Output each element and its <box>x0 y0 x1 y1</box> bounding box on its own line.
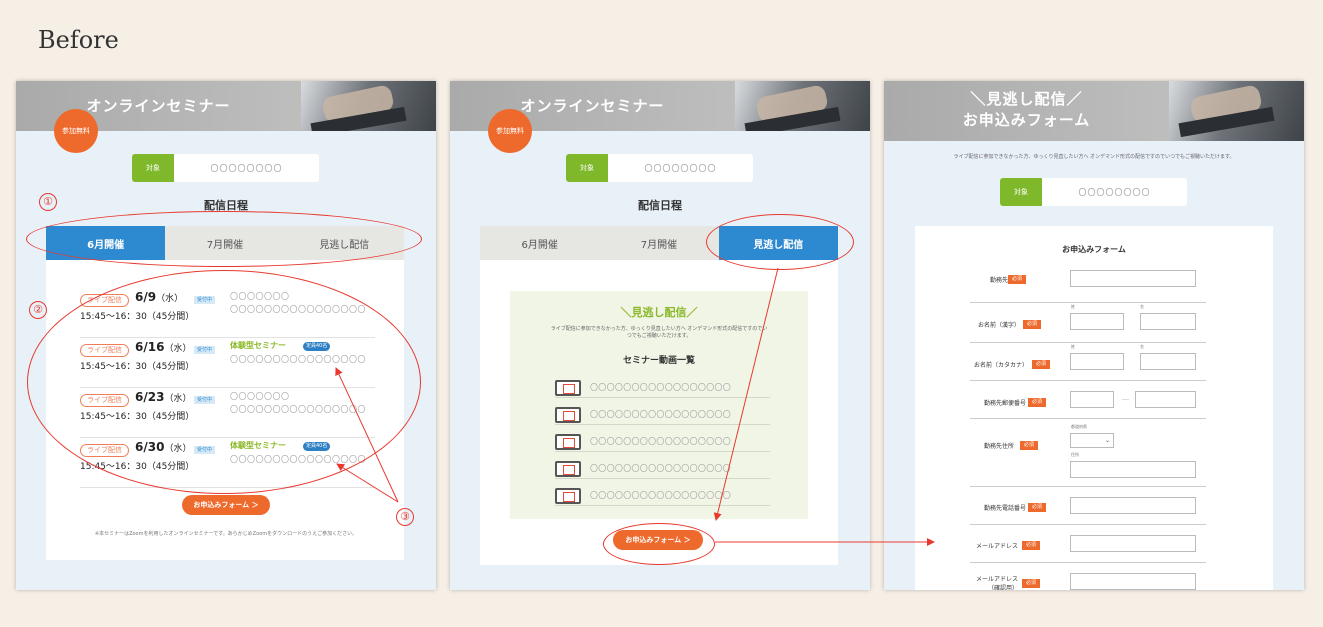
video-icon <box>555 380 581 396</box>
banner-photo <box>735 81 870 131</box>
pref-label: 都道府県 <box>1071 424 1087 429</box>
video-item[interactable]: 〇〇〇〇〇〇〇〇〇〇〇〇〇〇〇〇〇 <box>555 377 770 398</box>
target-box: 対象 〇〇〇〇〇〇〇〇 <box>566 154 753 182</box>
tab-june[interactable]: 6月開催 <box>480 226 599 260</box>
free-badge: 参加無料 <box>488 109 532 153</box>
annotation-ellipse-list <box>27 270 421 494</box>
field-label: 勤務先郵便番号 <box>983 400 1026 407</box>
phone-input[interactable] <box>1070 497 1196 514</box>
annotation-number-1: ① <box>39 193 57 211</box>
last-name-input[interactable] <box>1070 313 1124 330</box>
video-item[interactable]: 〇〇〇〇〇〇〇〇〇〇〇〇〇〇〇〇〇 <box>555 431 770 452</box>
schedule-title: 配信日程 <box>638 199 682 212</box>
postal-input-1[interactable] <box>1070 391 1114 408</box>
annotation-number-3: ③ <box>396 508 414 526</box>
address-input[interactable] <box>1070 461 1196 478</box>
target-value: 〇〇〇〇〇〇〇〇 <box>1078 187 1151 197</box>
required-badge: 必須 <box>1022 541 1041 550</box>
zoom-note: ※本セミナーはZoomを利用したオンラインセミナーです。あらかじめZoomをダウ… <box>94 531 358 537</box>
last-name-kana-input[interactable] <box>1070 353 1124 370</box>
field-label: 勤務先 <box>989 277 1008 284</box>
required-badge: 必須 <box>1028 503 1047 512</box>
banner-photo <box>1169 81 1304 141</box>
banner: ＼見逃し配信／ お申込みフォーム <box>884 81 1304 141</box>
annotation-ellipse-apply <box>603 523 715 565</box>
panel-missed-delivery: オンラインセミナー 参加無料 対象 〇〇〇〇〇〇〇〇 配信日程 6月開催 7月開… <box>450 81 870 590</box>
video-title: 〇〇〇〇〇〇〇〇〇〇〇〇〇〇〇〇〇 <box>590 437 732 446</box>
video-title: 〇〇〇〇〇〇〇〇〇〇〇〇〇〇〇〇〇 <box>590 410 732 419</box>
field-name-kanji: お名前（漢字） 必須 姓 名 <box>970 303 1206 343</box>
target-label: 対象 <box>566 154 608 182</box>
video-title: 〇〇〇〇〇〇〇〇〇〇〇〇〇〇〇〇〇 <box>590 383 732 392</box>
intro-text: ライブ配信に参加できなかった方、ゆっくり見直したい方へ オンデマンド形式の配信で… <box>953 154 1235 160</box>
field-label: 勤務先電話番号 <box>983 505 1026 512</box>
target-value: 〇〇〇〇〇〇〇〇 <box>644 163 717 173</box>
field-company: 勤務先 必須 <box>970 268 1206 303</box>
required-badge: 必須 <box>1020 441 1039 450</box>
field-address: 勤務先住所 必須 都道府県 ⌄ 住所 <box>970 419 1206 487</box>
video-item[interactable]: 〇〇〇〇〇〇〇〇〇〇〇〇〇〇〇〇〇 <box>555 485 770 506</box>
tab-july[interactable]: 7月開催 <box>599 226 718 260</box>
video-icon <box>555 407 581 423</box>
video-icon <box>555 488 581 504</box>
video-list-title: セミナー動画一覧 <box>622 356 695 366</box>
field-label: メールアドレス（確認用） <box>975 576 1018 590</box>
field-phone: 勤務先電話番号 必須 <box>970 487 1206 525</box>
target-label: 対象 <box>132 154 174 182</box>
field-label: お名前（漢字） <box>977 322 1020 329</box>
banner-title: ＼見逃し配信／ お申込みフォーム <box>884 81 1169 141</box>
form-title: お申込みフォーム <box>1062 245 1126 254</box>
addr-label: 住所 <box>1071 452 1079 457</box>
page-heading: Before <box>38 26 119 54</box>
first-name-kana-input[interactable] <box>1140 353 1196 370</box>
sei-label: 姓 <box>1071 304 1075 309</box>
video-item[interactable]: 〇〇〇〇〇〇〇〇〇〇〇〇〇〇〇〇〇 <box>555 458 770 479</box>
video-icon <box>555 461 581 477</box>
target-value: 〇〇〇〇〇〇〇〇 <box>210 163 283 173</box>
field-label: 勤務先住所 <box>983 443 1014 450</box>
missed-box: ＼見逃し配信／ ライブ配信に参加できなかった方、ゆっくり見直したい方へ オンデマ… <box>510 291 808 519</box>
free-badge: 参加無料 <box>54 109 98 153</box>
video-title: 〇〇〇〇〇〇〇〇〇〇〇〇〇〇〇〇〇 <box>590 491 732 500</box>
banner-title-line1: ＼見逃し配信／ <box>970 90 1083 108</box>
apply-form-button[interactable]: お申込みフォーム ＞ <box>182 495 270 515</box>
application-form: お申込みフォーム 勤務先 必須 お名前（漢字） 必須 姓 名 お名前（カタカナ）… <box>915 226 1273 590</box>
required-badge: 必須 <box>1008 275 1027 284</box>
annotation-ellipse-tabs <box>26 211 422 267</box>
email-confirm-input[interactable] <box>1070 573 1196 590</box>
banner-title-line2: お申込みフォーム <box>962 111 1091 129</box>
missed-title: ＼見逃し配信／ <box>620 306 698 319</box>
field-label: お名前（カタカナ） <box>973 362 1028 369</box>
video-icon <box>555 434 581 450</box>
banner-photo <box>301 81 436 131</box>
required-badge: 必須 <box>1023 320 1042 329</box>
field-email: メールアドレス 必須 <box>970 525 1206 563</box>
field-email-confirm: メールアドレス（確認用） 必須 <box>970 563 1206 590</box>
target-box: 対象 〇〇〇〇〇〇〇〇 <box>1000 178 1187 206</box>
field-name-kana: お名前（カタカナ） 必須 姓 名 <box>970 343 1206 381</box>
postal-input-2[interactable] <box>1135 391 1196 408</box>
first-name-input[interactable] <box>1140 313 1196 330</box>
video-title: 〇〇〇〇〇〇〇〇〇〇〇〇〇〇〇〇〇 <box>590 464 732 473</box>
mei-label: 名 <box>1140 344 1144 349</box>
annotation-ellipse-missed-tab <box>706 214 854 270</box>
annotation-number-2: ② <box>29 301 47 319</box>
sei-label: 姓 <box>1071 344 1075 349</box>
field-postal: 勤務先郵便番号 必須 ― <box>970 381 1206 419</box>
postal-dash: ― <box>1122 395 1129 403</box>
target-box: 対象 〇〇〇〇〇〇〇〇 <box>132 154 319 182</box>
missed-description: ライブ配信に参加できなかった方、ゆっくり見直したい方へ オンデマンド形式の配信で… <box>550 326 768 339</box>
field-label: メールアドレス <box>975 543 1018 550</box>
required-badge: 必須 <box>1032 360 1051 369</box>
video-item[interactable]: 〇〇〇〇〇〇〇〇〇〇〇〇〇〇〇〇〇 <box>555 404 770 425</box>
prefecture-select[interactable]: ⌄ <box>1070 433 1114 448</box>
panel-application-form: ＼見逃し配信／ お申込みフォーム ライブ配信に参加できなかった方、ゆっくり見直し… <box>884 81 1304 590</box>
email-input[interactable] <box>1070 535 1196 552</box>
mei-label: 名 <box>1140 304 1144 309</box>
required-badge: 必須 <box>1022 579 1041 588</box>
required-badge: 必須 <box>1028 398 1047 407</box>
company-input[interactable] <box>1070 270 1196 287</box>
target-label: 対象 <box>1000 178 1042 206</box>
